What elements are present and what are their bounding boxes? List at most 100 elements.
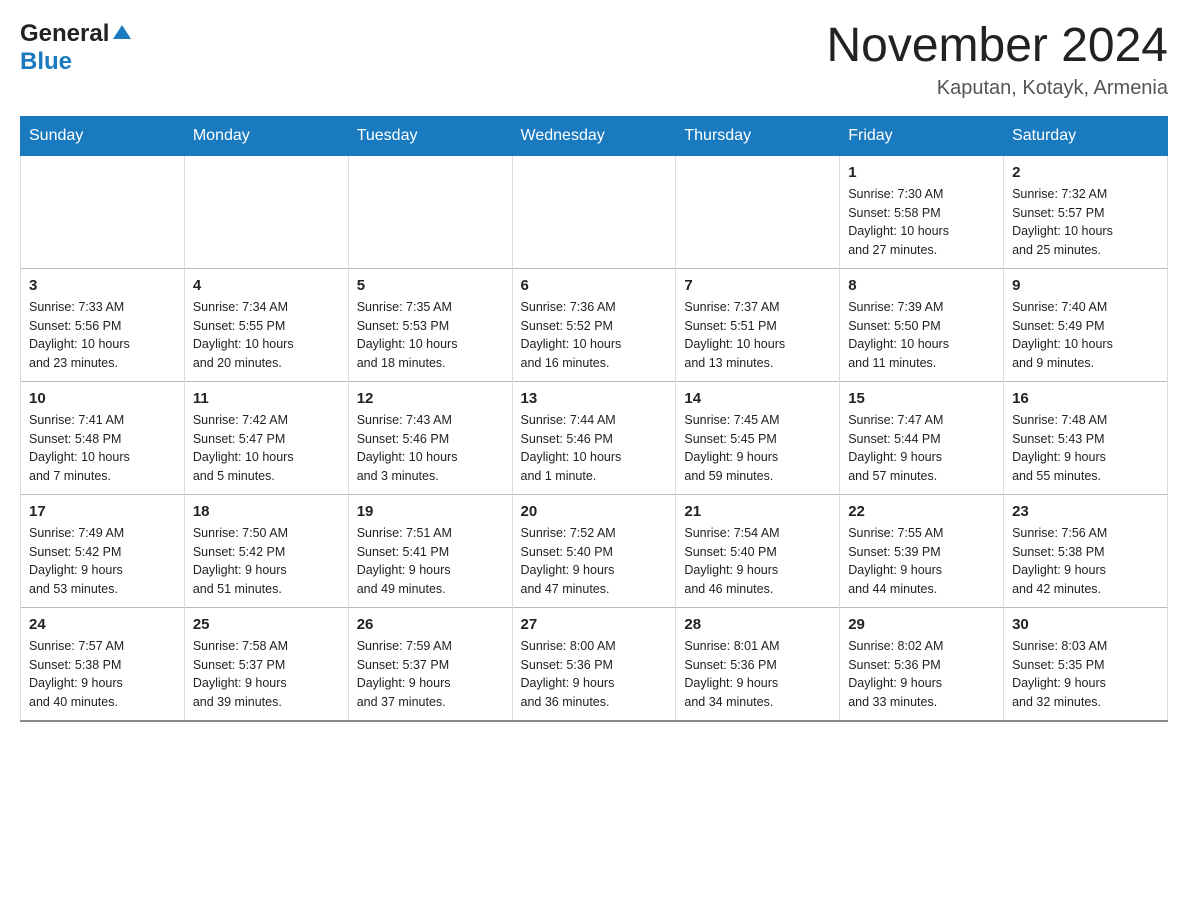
calendar-cell: 8 Sunrise: 7:39 AM Sunset: 5:50 PM Daylig… [840,268,1004,381]
day-info: Sunrise: 7:37 AM Sunset: 5:51 PM Dayligh… [684,298,831,373]
day-info: Sunrise: 7:40 AM Sunset: 5:49 PM Dayligh… [1012,298,1159,373]
calendar-cell [512,155,676,268]
calendar-cell: 15 Sunrise: 7:47 AM Sunset: 5:44 PM Dayli… [840,381,1004,494]
header-tuesday: Tuesday [348,116,512,155]
calendar-cell: 29 Sunrise: 8:02 AM Sunset: 5:36 PM Dayli… [840,607,1004,721]
header-saturday: Saturday [1004,116,1168,155]
calendar-cell: 10 Sunrise: 7:41 AM Sunset: 5:48 PM Dayli… [21,381,185,494]
header-wednesday: Wednesday [512,116,676,155]
day-number: 4 [193,277,340,294]
header-sunday: Sunday [21,116,185,155]
logo-general-text: General [20,20,109,48]
day-info: Sunrise: 7:47 AM Sunset: 5:44 PM Dayligh… [848,411,995,486]
day-number: 15 [848,390,995,407]
day-number: 19 [357,503,504,520]
day-number: 22 [848,503,995,520]
calendar-cell: 5 Sunrise: 7:35 AM Sunset: 5:53 PM Daylig… [348,268,512,381]
calendar-cell: 13 Sunrise: 7:44 AM Sunset: 5:46 PM Dayli… [512,381,676,494]
calendar-week-row: 24 Sunrise: 7:57 AM Sunset: 5:38 PM Dayli… [21,607,1168,721]
day-number: 29 [848,616,995,633]
day-info: Sunrise: 7:52 AM Sunset: 5:40 PM Dayligh… [521,524,668,599]
day-info: Sunrise: 7:36 AM Sunset: 5:52 PM Dayligh… [521,298,668,373]
day-info: Sunrise: 7:30 AM Sunset: 5:58 PM Dayligh… [848,185,995,260]
day-info: Sunrise: 8:03 AM Sunset: 5:35 PM Dayligh… [1012,637,1159,712]
calendar-cell: 22 Sunrise: 7:55 AM Sunset: 5:39 PM Dayli… [840,494,1004,607]
calendar-cell [21,155,185,268]
calendar-cell [348,155,512,268]
day-info: Sunrise: 7:54 AM Sunset: 5:40 PM Dayligh… [684,524,831,599]
calendar-cell: 11 Sunrise: 7:42 AM Sunset: 5:47 PM Dayli… [184,381,348,494]
day-info: Sunrise: 7:42 AM Sunset: 5:47 PM Dayligh… [193,411,340,486]
day-info: Sunrise: 7:39 AM Sunset: 5:50 PM Dayligh… [848,298,995,373]
calendar-cell: 17 Sunrise: 7:49 AM Sunset: 5:42 PM Dayli… [21,494,185,607]
day-number: 13 [521,390,668,407]
day-number: 21 [684,503,831,520]
day-number: 1 [848,164,995,181]
header-friday: Friday [840,116,1004,155]
day-info: Sunrise: 7:32 AM Sunset: 5:57 PM Dayligh… [1012,185,1159,260]
calendar-cell: 6 Sunrise: 7:36 AM Sunset: 5:52 PM Daylig… [512,268,676,381]
calendar-header-row: SundayMondayTuesdayWednesdayThursdayFrid… [21,116,1168,155]
day-info: Sunrise: 7:49 AM Sunset: 5:42 PM Dayligh… [29,524,176,599]
location-text: Kaputan, Kotayk, Armenia [826,77,1168,100]
calendar-cell: 9 Sunrise: 7:40 AM Sunset: 5:49 PM Daylig… [1004,268,1168,381]
calendar-cell: 19 Sunrise: 7:51 AM Sunset: 5:41 PM Dayli… [348,494,512,607]
calendar-week-row: 10 Sunrise: 7:41 AM Sunset: 5:48 PM Dayli… [21,381,1168,494]
day-info: Sunrise: 7:44 AM Sunset: 5:46 PM Dayligh… [521,411,668,486]
calendar-week-row: 17 Sunrise: 7:49 AM Sunset: 5:42 PM Dayli… [21,494,1168,607]
day-number: 28 [684,616,831,633]
day-number: 6 [521,277,668,294]
day-number: 11 [193,390,340,407]
day-number: 25 [193,616,340,633]
day-number: 17 [29,503,176,520]
day-info: Sunrise: 7:55 AM Sunset: 5:39 PM Dayligh… [848,524,995,599]
day-number: 2 [1012,164,1159,181]
day-number: 18 [193,503,340,520]
calendar-cell: 1 Sunrise: 7:30 AM Sunset: 5:58 PM Daylig… [840,155,1004,268]
calendar-cell: 2 Sunrise: 7:32 AM Sunset: 5:57 PM Daylig… [1004,155,1168,268]
logo-arrow-icon [111,21,133,48]
day-number: 12 [357,390,504,407]
calendar-cell: 23Sunrise: 7:56 AM Sunset: 5:38 PM Dayli… [1004,494,1168,607]
day-number: 3 [29,277,176,294]
day-info: Sunrise: 7:35 AM Sunset: 5:53 PM Dayligh… [357,298,504,373]
logo: General Blue [20,20,133,76]
day-info: Sunrise: 7:58 AM Sunset: 5:37 PM Dayligh… [193,637,340,712]
calendar-week-row: 3 Sunrise: 7:33 AM Sunset: 5:56 PM Daylig… [21,268,1168,381]
day-info: Sunrise: 7:48 AM Sunset: 5:43 PM Dayligh… [1012,411,1159,486]
calendar-table: SundayMondayTuesdayWednesdayThursdayFrid… [20,116,1168,722]
day-info: Sunrise: 8:00 AM Sunset: 5:36 PM Dayligh… [521,637,668,712]
calendar-cell: 20 Sunrise: 7:52 AM Sunset: 5:40 PM Dayli… [512,494,676,607]
day-info: Sunrise: 7:50 AM Sunset: 5:42 PM Dayligh… [193,524,340,599]
day-info: Sunrise: 7:34 AM Sunset: 5:55 PM Dayligh… [193,298,340,373]
day-info: Sunrise: 7:43 AM Sunset: 5:46 PM Dayligh… [357,411,504,486]
day-number: 9 [1012,277,1159,294]
calendar-cell: 14Sunrise: 7:45 AM Sunset: 5:45 PM Dayli… [676,381,840,494]
day-info: Sunrise: 7:51 AM Sunset: 5:41 PM Dayligh… [357,524,504,599]
day-info: Sunrise: 7:59 AM Sunset: 5:37 PM Dayligh… [357,637,504,712]
calendar-week-row: 1 Sunrise: 7:30 AM Sunset: 5:58 PM Daylig… [21,155,1168,268]
day-info: Sunrise: 7:33 AM Sunset: 5:56 PM Dayligh… [29,298,176,373]
day-number: 7 [684,277,831,294]
day-number: 27 [521,616,668,633]
day-number: 20 [521,503,668,520]
day-info: Sunrise: 7:41 AM Sunset: 5:48 PM Dayligh… [29,411,176,486]
day-info: Sunrise: 7:57 AM Sunset: 5:38 PM Dayligh… [29,637,176,712]
calendar-cell: 28Sunrise: 8:01 AM Sunset: 5:36 PM Dayli… [676,607,840,721]
day-number: 10 [29,390,176,407]
calendar-cell: 24 Sunrise: 7:57 AM Sunset: 5:38 PM Dayli… [21,607,185,721]
calendar-cell: 30Sunrise: 8:03 AM Sunset: 5:35 PM Dayli… [1004,607,1168,721]
header-monday: Monday [184,116,348,155]
day-number: 24 [29,616,176,633]
logo-blue-text: Blue [20,48,72,75]
calendar-cell: 18 Sunrise: 7:50 AM Sunset: 5:42 PM Dayli… [184,494,348,607]
calendar-cell: 4 Sunrise: 7:34 AM Sunset: 5:55 PM Daylig… [184,268,348,381]
day-number: 5 [357,277,504,294]
day-info: Sunrise: 7:45 AM Sunset: 5:45 PM Dayligh… [684,411,831,486]
header-thursday: Thursday [676,116,840,155]
day-number: 8 [848,277,995,294]
day-info: Sunrise: 8:02 AM Sunset: 5:36 PM Dayligh… [848,637,995,712]
title-area: November 2024 Kaputan, Kotayk, Armenia [826,20,1168,100]
calendar-cell: 16Sunrise: 7:48 AM Sunset: 5:43 PM Dayli… [1004,381,1168,494]
calendar-cell: 27 Sunrise: 8:00 AM Sunset: 5:36 PM Dayli… [512,607,676,721]
